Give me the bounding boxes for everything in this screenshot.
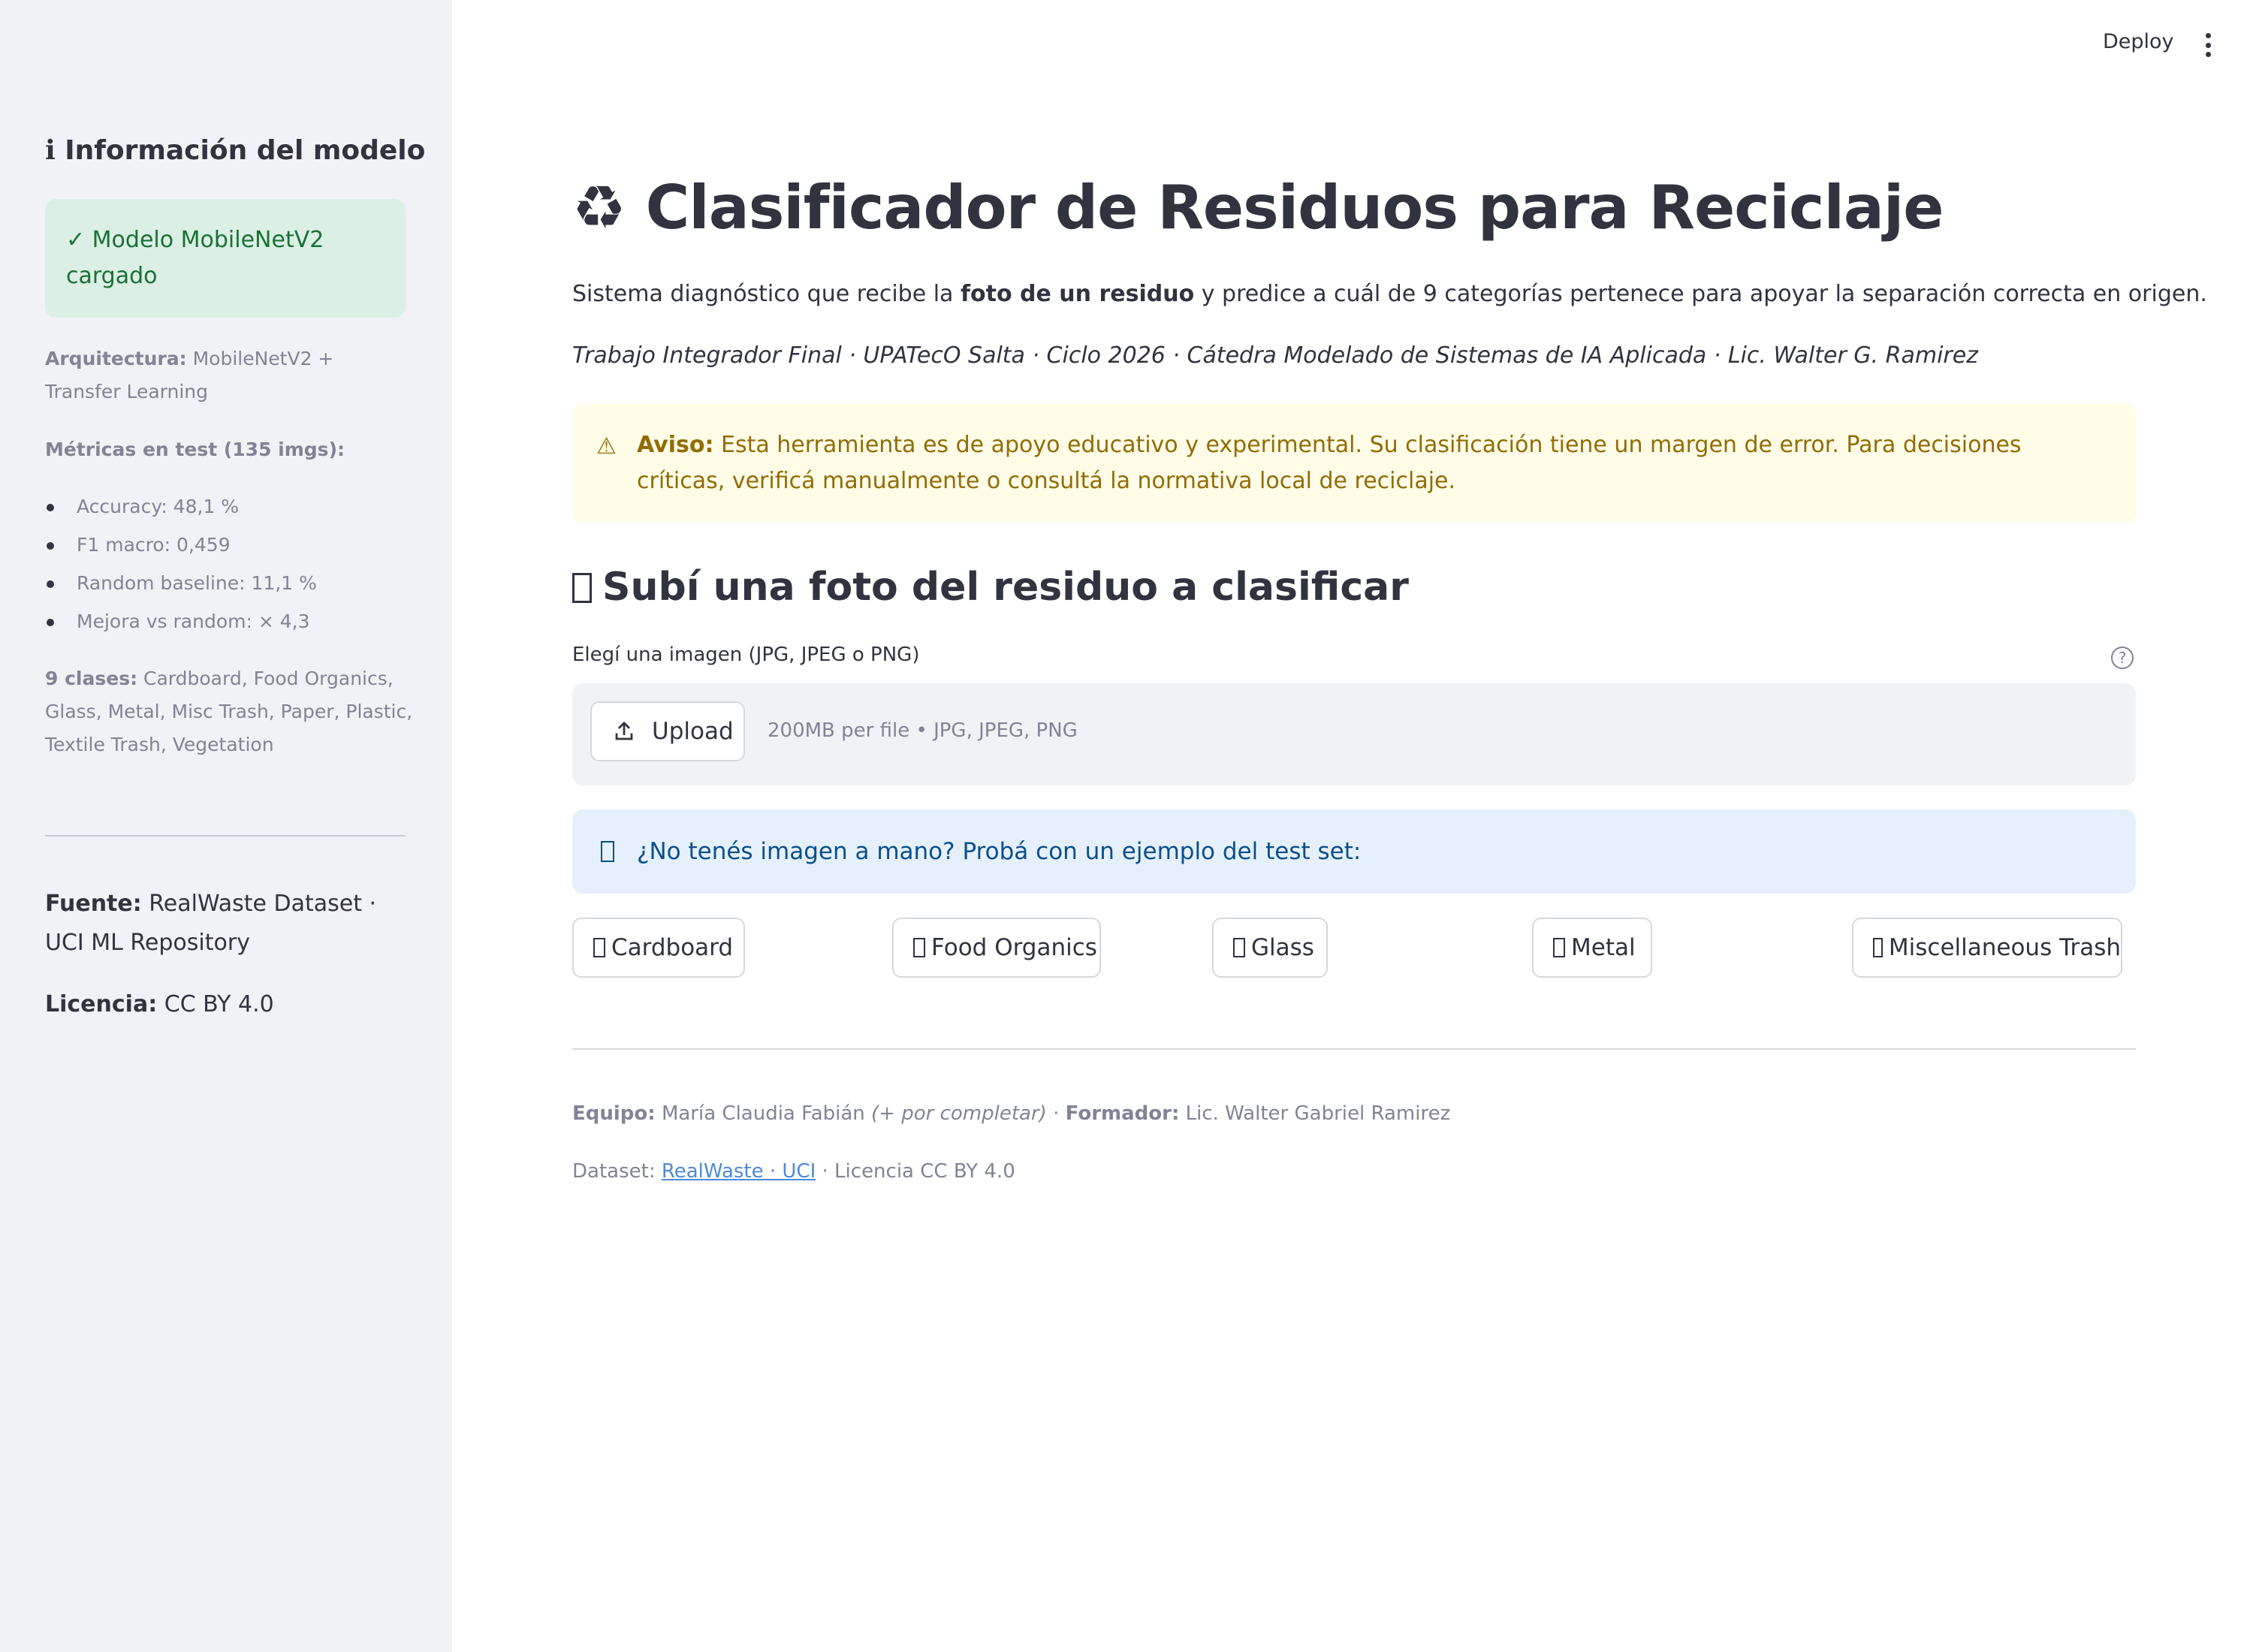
info-alert: ¿No tenés imagen a mano? Probá con un ej… — [572, 809, 2136, 894]
model-loaded-alert: ✓ Modelo MobileNetV2 cargado — [45, 199, 406, 318]
trainer-label: Formador: — [1065, 1102, 1180, 1125]
team-note: (+ por completar) — [871, 1102, 1047, 1125]
example-food-organics-button[interactable]: Food Organics — [892, 918, 1101, 978]
metric-item: Random baseline: 11,1 % — [45, 567, 317, 605]
trainer-value: Lic. Walter Gabriel Ramirez — [1185, 1102, 1451, 1125]
missing-glyph-icon — [1233, 938, 1245, 957]
upload-hint: 200MB per file • JPG, JPEG, PNG — [768, 719, 1078, 742]
upload-heading: Subí una foto del residuo a clasificar — [572, 565, 1409, 610]
warning-icon: ⚠ — [596, 433, 617, 460]
missing-glyph-icon — [572, 573, 592, 603]
warning-alert: ⚠ Aviso: Esta herramienta es de apoyo ed… — [572, 404, 2136, 523]
example-label: Glass — [1251, 934, 1314, 961]
source-info: Fuente: RealWaste Dataset · UCI ML Repos… — [45, 885, 413, 963]
metrics-list: Accuracy: 48,1 % F1 macro: 0,459 Random … — [45, 490, 317, 644]
architecture-label: Arquitectura: — [45, 348, 187, 369]
example-label: Cardboard — [611, 934, 734, 961]
upload-icon — [615, 722, 633, 740]
page-title: ♻ Clasificador de Residuos para Reciclaj… — [572, 173, 1944, 243]
metric-item: Accuracy: 48,1 % — [45, 490, 317, 529]
license-label: Licencia: — [45, 991, 158, 1017]
file-dropzone[interactable]: Upload 200MB per file • JPG, JPEG, PNG — [572, 683, 2136, 785]
missing-glyph-icon — [1553, 938, 1565, 957]
example-glass-button[interactable]: Glass — [1212, 918, 1328, 978]
dot — [2205, 42, 2211, 48]
metrics-title: Métricas en test (135 imgs): — [45, 439, 345, 460]
vertical-dots-icon[interactable] — [2200, 33, 2215, 57]
example-metal-button[interactable]: Metal — [1532, 918, 1652, 978]
upload-button-label: Upload — [652, 718, 734, 745]
architecture-info: Arquitectura: MobileNetV2 + Transfer Lea… — [45, 342, 413, 408]
metric-item: Mejora vs random: × 4,3 — [45, 605, 317, 644]
sidebar: ℹ Información del modelo ✓ Modelo Mobile… — [0, 0, 452, 1652]
info-text: ¿No tenés imagen a mano? Probá con un ej… — [637, 838, 1362, 865]
upload-button[interactable]: Upload — [590, 701, 745, 761]
missing-glyph-icon — [913, 938, 925, 957]
classes-label: 9 clases: — [45, 668, 138, 689]
missing-glyph-icon — [1873, 938, 1883, 957]
example-label: Food Organics — [931, 934, 1097, 961]
example-cardboard-button[interactable]: Cardboard — [572, 918, 745, 978]
team-value: María Claudia Fabián — [661, 1102, 865, 1125]
team-label: Equipo: — [572, 1102, 656, 1125]
main-divider — [572, 1048, 2136, 1050]
warning-label: Aviso: — [637, 432, 714, 458]
metric-item: F1 macro: 0,459 — [45, 529, 317, 567]
dataset-line: Dataset: RealWaste · UCI · Licencia CC B… — [572, 1160, 1015, 1183]
dataset-link[interactable]: RealWaste · UCI — [662, 1160, 816, 1183]
license-info: Licencia: CC BY 4.0 — [45, 985, 413, 1024]
deploy-button[interactable]: Deploy — [2103, 30, 2174, 53]
subtitle-pre: Sistema diagnóstico que recibe la — [572, 281, 954, 307]
sidebar-divider — [45, 835, 406, 837]
sidebar-title: ℹ Información del modelo — [45, 135, 426, 166]
example-label: Metal — [1571, 934, 1636, 961]
upload-heading-text: Subí una foto del residuo a clasificar — [602, 565, 1409, 610]
dataset-label: Dataset: — [572, 1160, 656, 1183]
dot — [2205, 33, 2211, 38]
missing-glyph-icon — [601, 841, 614, 862]
source-label: Fuente: — [45, 891, 142, 917]
page-subtitle: Sistema diagnóstico que recibe la foto d… — [572, 281, 2207, 307]
help-icon[interactable]: ? — [2111, 647, 2134, 669]
subtitle-post: y predice a cuál de 9 categorías pertene… — [1201, 281, 2207, 307]
separator: · — [1053, 1102, 1060, 1125]
classes-info: 9 clases: Cardboard, Food Organics, Glas… — [45, 662, 413, 761]
example-label: Miscellaneous Trash — [1888, 934, 2121, 961]
team-line: Equipo: María Claudia Fabián (+ por comp… — [572, 1102, 1450, 1125]
upload-label: Elegí una imagen (JPG, JPEG o PNG) — [572, 644, 920, 666]
warning-text: Esta herramienta es de apoyo educativo y… — [637, 432, 2022, 494]
license-value: CC BY 4.0 — [164, 991, 274, 1017]
missing-glyph-icon — [593, 938, 605, 957]
subtitle-bold: foto de un residuo — [960, 281, 1195, 307]
example-misc-trash-button[interactable]: Miscellaneous Trash — [1852, 918, 2122, 978]
dataset-license: · Licencia CC BY 4.0 — [822, 1160, 1015, 1183]
credits-line: Trabajo Integrador Final · UPATecO Salta… — [572, 342, 1978, 369]
dot — [2205, 52, 2211, 57]
